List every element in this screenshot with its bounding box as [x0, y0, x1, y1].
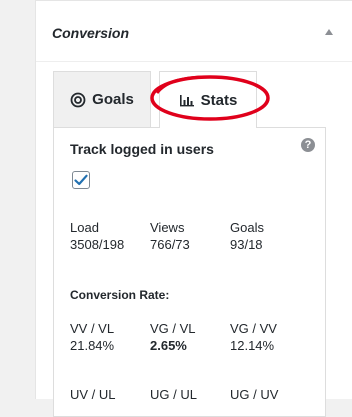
stat-value: 3508/198	[70, 237, 125, 252]
rate-value: 12.14%	[230, 338, 275, 353]
rate-label: UG / UV	[230, 387, 279, 402]
checkmark-icon	[74, 174, 88, 186]
rate-label: UG / UL	[150, 387, 197, 402]
collapse-arrow-icon[interactable]	[325, 29, 333, 35]
stat-label: Load	[70, 220, 99, 235]
rate-label: UV / UL	[70, 387, 116, 402]
track-logged-users-label: Track logged in users	[70, 141, 214, 157]
stat-value: 93/18	[230, 237, 263, 252]
tab-stats[interactable]: Stats	[159, 71, 257, 128]
stat-value: 766/73	[150, 237, 190, 252]
tab-goals[interactable]: Goals	[53, 71, 151, 127]
help-icon[interactable]: ?	[301, 138, 315, 152]
track-logged-users-checkbox[interactable]	[72, 171, 90, 189]
rate-value: 2.65%	[150, 338, 187, 353]
rate-label: VG / VL	[150, 321, 196, 336]
panel-title: Conversion	[52, 25, 130, 41]
rate-label: VG / VV	[230, 321, 277, 336]
rate-label: VV / VL	[70, 321, 115, 336]
rate-value: 21.84%	[70, 338, 115, 353]
tab-goals-label: Goals	[92, 91, 134, 108]
tab-stats-label: Stats	[200, 91, 238, 109]
conversion-rate-heading: Conversion Rate:	[70, 288, 170, 302]
stat-label: Views	[150, 220, 185, 235]
stat-label: Goals	[230, 220, 264, 235]
stats-content: ? Track logged in users Load 3508/198 Vi…	[53, 127, 326, 417]
bar-chart-icon	[179, 93, 195, 107]
target-icon	[70, 92, 86, 108]
panel-header[interactable]: Conversion	[36, 1, 352, 62]
